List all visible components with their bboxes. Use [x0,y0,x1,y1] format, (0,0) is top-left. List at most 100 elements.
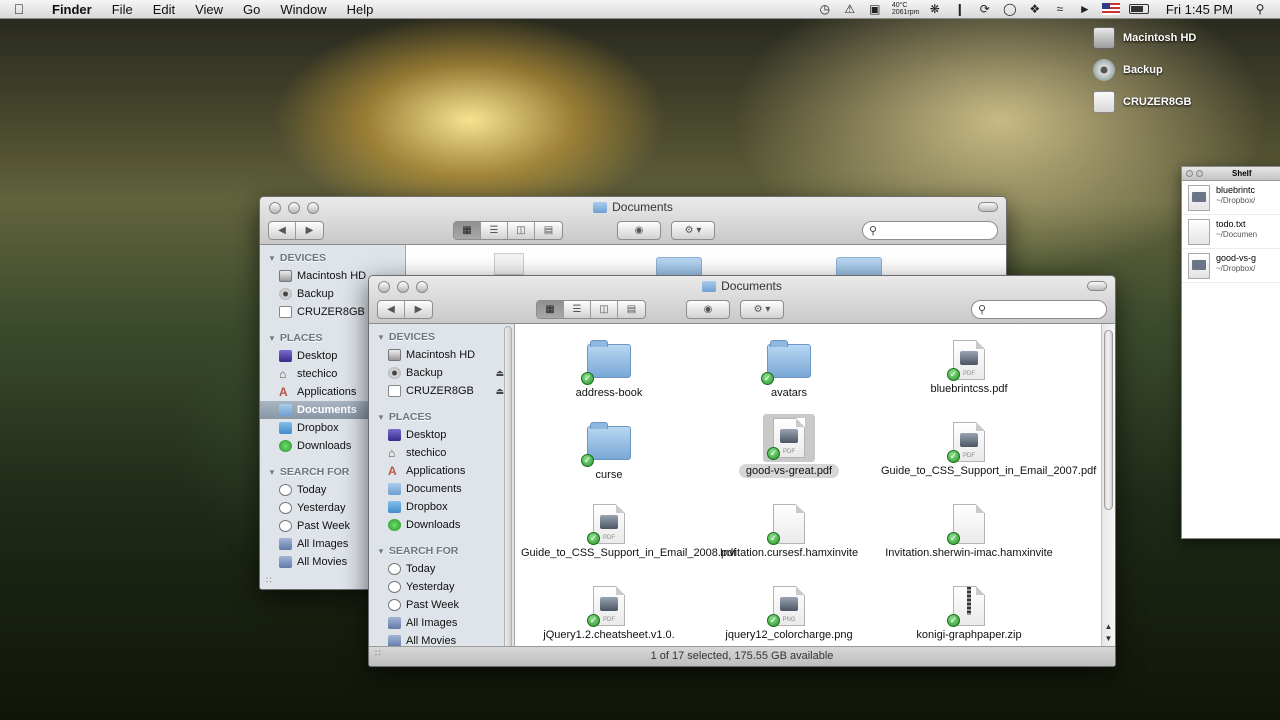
menubar-clock[interactable]: Fri 1:45 PM [1158,2,1243,17]
search-input[interactable]: ⚲ [971,299,1107,319]
shelf-item[interactable]: todo.txt ~/Documen [1182,215,1280,249]
file-icon[interactable] [494,253,524,275]
battery-icon[interactable] [1128,4,1149,14]
list-view-icon[interactable]: ☰ [564,300,591,318]
file-item-jquery-colorcharge[interactable]: PNG ✓ jquery12_colorcharge.png [699,586,879,642]
list-view-icon[interactable]: ☰ [481,221,508,239]
vertical-scrollbar[interactable]: ▲ ▼ [1101,324,1115,646]
coverflow-icon[interactable]: ▤ [618,301,645,318]
file-item-bluebrintcss[interactable]: PDF ✓ bluebrintcss.pdf [879,340,1059,396]
file-item-guide-2007[interactable]: PDF ✓ Guide_to_CSS_Support_in_Email_2007.… [879,422,1096,478]
menu-app-name[interactable]: Finder [38,2,102,17]
scroll-down-icon[interactable]: ▼ [1102,634,1115,646]
meter-icon[interactable]: ❙ [952,2,968,16]
file-area[interactable]: ✓ address-book ✓ avatars PDF ✓ bluebrintc… [515,324,1115,666]
menu-window[interactable]: Window [270,2,336,17]
warning-icon[interactable]: ⚠ [842,2,858,16]
icon-view-icon[interactable]: ▦ [537,300,564,318]
back-icon[interactable]: ◀ [378,300,405,318]
sidebar-item-home[interactable]: ⌂ stechico [369,444,514,462]
shelf-titlebar[interactable]: Shelf [1182,167,1280,181]
quick-look-button[interactable]: ◉ [686,299,730,319]
file-item-guide-2008[interactable]: PDF ✓ Guide_to_CSS_Support_in_Email_2008.… [519,504,736,560]
sidebar-item-downloads[interactable]: Downloads [369,516,514,534]
toolbar-toggle-button[interactable] [978,202,998,212]
folder-icon[interactable] [836,257,882,275]
sync-icon[interactable]: ⟳ [977,2,993,16]
sidebar-heading-devices[interactable]: DEVICES [369,328,514,346]
sidebar-heading-search[interactable]: SEARCH FOR [369,542,514,560]
file-item-good-vs-great[interactable]: PDF ✓ good-vs-great.pdf [699,414,879,478]
wifi-icon[interactable]: ≈ [1052,2,1068,16]
sidebar-item-desktop[interactable]: Desktop [369,426,514,444]
forward-icon[interactable]: ▶ [405,301,432,318]
file-item-invitation-cursesf[interactable]: ✓ Invitation.cursesf.hamxinvite [699,504,879,560]
sidebar-scrollbar[interactable] [504,326,512,654]
toolbar-toggle-button[interactable] [1087,281,1107,291]
desktop-drive-macintosh-hd[interactable]: Macintosh HD [1093,27,1196,49]
spotlight-icon[interactable]: ⚲ [1252,2,1268,16]
sidebar-item-all-images[interactable]: All Images [369,614,514,632]
window-title: Documents [612,200,673,214]
sidebar-item-applications[interactable]: A Applications [369,462,514,480]
sidebar-item-dropbox[interactable]: Dropbox [369,498,514,516]
icon-view-icon[interactable]: ▦ [454,221,481,239]
action-menu-button[interactable]: ⚙ ▾ [740,299,784,319]
sidebar-item-backup[interactable]: Backup ⏏ [369,364,514,382]
time-machine-icon[interactable]: ◷ [817,2,833,16]
eject-icon[interactable]: ⏏ [495,386,504,397]
file-item-curse[interactable]: ✓ curse [519,422,699,482]
column-view-icon[interactable]: ◫ [508,221,535,239]
temperature-readout[interactable]: 40°C 2061rpm [891,2,920,16]
menu-file[interactable]: File [102,2,143,17]
shelf-item[interactable]: good-vs-g ~/Dropbox/ [1182,249,1280,283]
sync-check-icon: ✓ [947,368,960,381]
temperature-value: 40°C [891,2,908,9]
file-item-invitation-sherwin[interactable]: ✓ Invitation.sherwin-imac.hamxinvite [879,504,1059,560]
window-titlebar[interactable]: Documents ◀ ▶ ▦ ☰ ◫ ▤ ◉ ⚙ ▾ ⚲ [260,197,1006,245]
grid-icon[interactable]: ❖ [1027,2,1043,16]
scrollbar-thumb[interactable] [1104,330,1113,510]
folder-icon[interactable] [656,257,702,275]
file-item-konigi-graphpaper[interactable]: ✓ konigi-graphpaper.zip [879,586,1059,642]
search-input[interactable]: ⚲ [862,220,998,240]
volume-icon[interactable]: ► [1077,2,1093,16]
input-source-flag-icon[interactable] [1101,3,1120,15]
file-item-jquery-cheatsheet[interactable]: PDF ✓ jQuery1.2.cheatsheet.v1.0. [519,586,699,642]
sidebar-item-yesterday[interactable]: Yesterday [369,578,514,596]
eject-icon[interactable]: ⏏ [495,368,504,379]
apple-menu-icon[interactable]:  [0,1,38,17]
shelf-item-path: ~/Documen [1216,230,1258,239]
sidebar-heading-places[interactable]: PLACES [369,408,514,426]
file-item-avatars[interactable]: ✓ avatars [699,340,879,400]
menu-go[interactable]: Go [233,2,270,17]
growl-icon[interactable]: ❋ [927,2,943,16]
scroll-up-icon[interactable]: ▲ [1102,622,1115,634]
sidebar-item-macintosh-hd[interactable]: Macintosh HD [369,346,514,364]
menu-view[interactable]: View [185,2,233,17]
file-item-address-book[interactable]: ✓ address-book [519,340,699,400]
camera-icon[interactable]: ▣ [867,2,883,16]
desktop-drive-backup[interactable]: Backup [1093,59,1163,81]
sidebar-heading-devices[interactable]: DEVICES [260,249,405,267]
resize-grip-icon[interactable]: ∷ [375,644,381,663]
resize-grip-icon[interactable]: ∷ [266,575,272,586]
window-titlebar[interactable]: Documents ◀ ▶ ▦ ☰ ◫ ▤ ◉ ⚙ ▾ ⚲ [369,276,1115,324]
close-icon[interactable] [1186,170,1193,177]
desktop-drive-cruzer[interactable]: CRUZER8GB [1093,91,1191,113]
forward-icon[interactable]: ▶ [296,222,323,239]
back-icon[interactable]: ◀ [269,221,296,239]
quick-look-button[interactable]: ◉ [617,220,661,240]
menu-edit[interactable]: Edit [143,2,185,17]
column-view-icon[interactable]: ◫ [591,300,618,318]
action-menu-button[interactable]: ⚙ ▾ [671,220,715,240]
circle-icon[interactable]: ◯ [1002,2,1018,16]
menu-help[interactable]: Help [337,2,384,17]
minimize-icon[interactable] [1196,170,1203,177]
sidebar-item-today[interactable]: Today [369,560,514,578]
sidebar-item-documents[interactable]: Documents [369,480,514,498]
sidebar-item-cruzer[interactable]: CRUZER8GB ⏏ [369,382,514,400]
shelf-item[interactable]: bluebrintc ~/Dropbox/ [1182,181,1280,215]
coverflow-icon[interactable]: ▤ [535,222,562,239]
sidebar-item-past-week[interactable]: Past Week [369,596,514,614]
